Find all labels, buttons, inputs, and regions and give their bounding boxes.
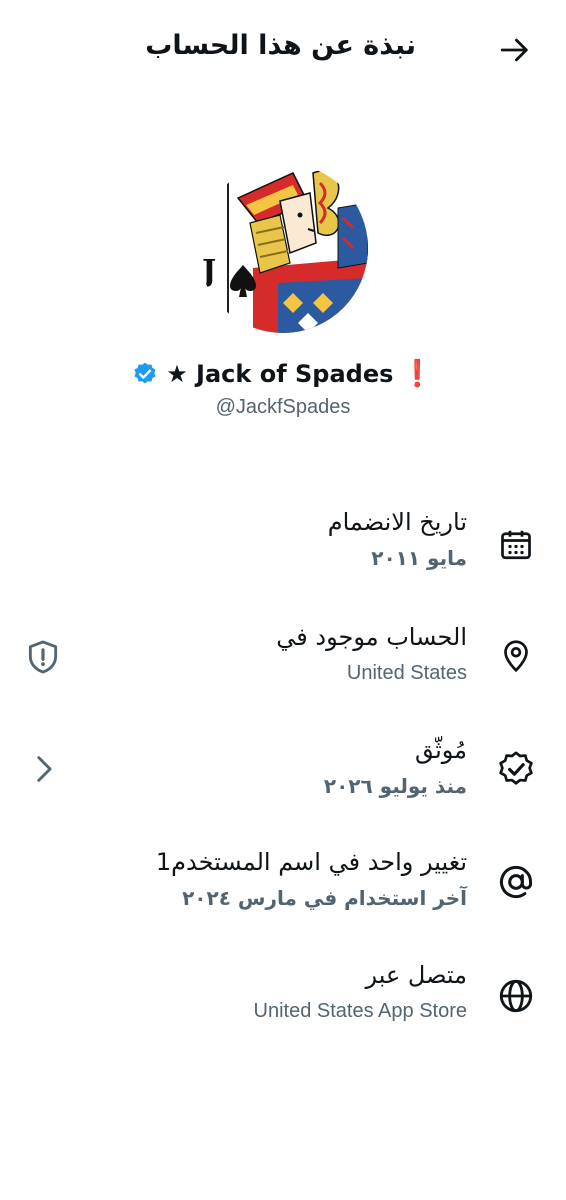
profile-name-row: ★ Jack of Spades ❗ [0, 360, 566, 388]
page-title: نبذة عن هذا الحساب [145, 30, 416, 61]
user-handle: @JackfSpades [215, 396, 351, 418]
item-subtitle: United States [346, 662, 467, 684]
avatar[interactable]: J [198, 163, 368, 333]
back-button[interactable] [495, 30, 535, 70]
item-subtitle: منذ يوليو ٢٠٢٦ [323, 774, 467, 798]
exclamation-icon: ❗ [401, 359, 434, 389]
globe-icon [494, 974, 538, 1018]
info-item-username-changes: تغيير واحد في اسم المستخدم1 آخر استخدام … [0, 845, 566, 935]
item-subtitle: مايو ٢٠١١ [371, 546, 467, 570]
verified-badge-icon [132, 361, 158, 387]
item-title: تغيير واحد في اسم المستخدم1 [155, 848, 467, 876]
svg-text:J: J [199, 254, 216, 289]
arrow-right-icon [500, 38, 528, 62]
item-title: متصل عبر [365, 961, 467, 989]
info-item-join-date: تاريخ الانضمام مايو ٢٠١١ [0, 505, 566, 595]
header-bar: نبذة عن هذا الحساب [0, 0, 566, 95]
info-item-location: الحساب موجود في United States [0, 620, 566, 710]
verified-badge-icon [494, 747, 538, 791]
item-subtitle: آخر استخدام في مارس ٢٠٢٤ [182, 886, 467, 910]
item-title: الحساب موجود في [276, 623, 467, 651]
location-pin-icon [494, 634, 538, 678]
chevron-left-icon[interactable] [22, 748, 64, 790]
display-name: ★ Jack of Spades [166, 360, 394, 388]
item-title: مُوثّق [415, 736, 467, 764]
item-subtitle: United States App Store [253, 1000, 467, 1022]
item-title: تاريخ الانضمام [327, 508, 467, 536]
shield-alert-icon[interactable] [22, 636, 64, 678]
info-item-connected-via: متصل عبر United States App Store [0, 958, 566, 1048]
calendar-icon [494, 523, 538, 567]
at-sign-icon [494, 860, 538, 904]
info-item-verified[interactable]: مُوثّق منذ يوليو ٢٠٢٦ [0, 733, 566, 823]
